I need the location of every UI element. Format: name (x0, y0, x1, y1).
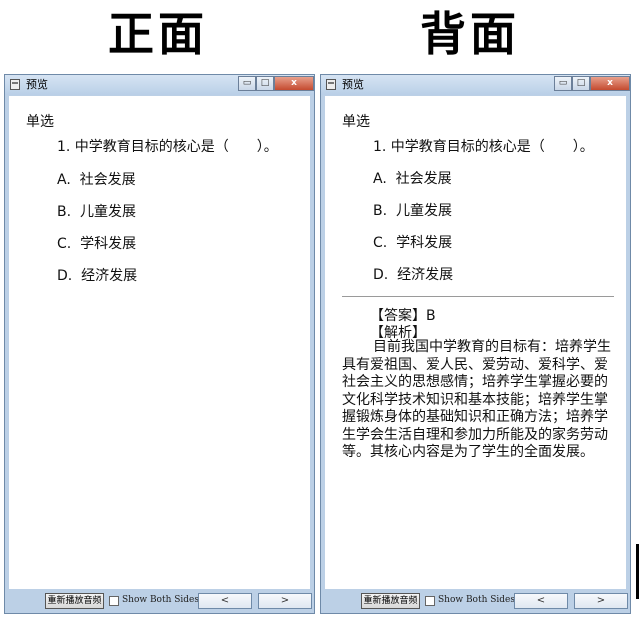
back-heading: 背面 (420, 7, 520, 61)
app-icon (326, 79, 336, 90)
minimize-button[interactable]: ▭ (554, 76, 572, 91)
option-c: C. 学科发展 (373, 235, 453, 251)
footer-bar: 重新播放音频 Show Both Sides < > (5, 589, 314, 613)
replay-audio-button[interactable]: 重新播放音频 (45, 593, 104, 609)
option-d: D. 经济发展 (373, 267, 454, 283)
show-both-sides-label[interactable]: Show Both Sides (122, 594, 199, 607)
option-d: D. 经济发展 (57, 268, 138, 284)
window-title: 预览 (26, 78, 48, 91)
option-a: A. 社会发展 (57, 172, 136, 188)
close-button[interactable]: x (274, 76, 314, 91)
preview-window-front: 预览 ▭ □ x 单选 1. 中学教育目标的核心是（ ）。 A. 社会发展 B.… (4, 74, 315, 614)
close-button[interactable]: x (590, 76, 630, 91)
question-type: 单选 (342, 114, 370, 130)
question-stem: 1. 中学教育目标的核心是（ ）。 (373, 139, 594, 155)
title-bar[interactable]: 预览 ▭ □ x (5, 75, 314, 95)
show-both-sides-checkbox[interactable] (109, 596, 119, 606)
replay-audio-button[interactable]: 重新播放音频 (361, 593, 420, 609)
option-b: B. 儿童发展 (57, 204, 136, 220)
next-button[interactable]: > (574, 593, 628, 609)
title-bar[interactable]: 预览 ▭ □ x (321, 75, 630, 95)
question-stem: 1. 中学教育目标的核心是（ ）。 (57, 139, 278, 155)
window-title: 预览 (342, 78, 364, 91)
edge-mark (636, 544, 639, 599)
app-icon (10, 79, 20, 90)
front-heading: 正面 (108, 7, 208, 61)
show-both-sides-label[interactable]: Show Both Sides (438, 594, 515, 607)
card-back-content: 单选 1. 中学教育目标的核心是（ ）。 A. 社会发展 B. 儿童发展 C. … (325, 96, 626, 589)
maximize-button[interactable]: □ (572, 76, 590, 91)
footer-bar: 重新播放音频 Show Both Sides < > (321, 589, 630, 613)
next-button[interactable]: > (258, 593, 312, 609)
option-b: B. 儿童发展 (373, 203, 452, 219)
prev-button[interactable]: < (198, 593, 252, 609)
card-front-content: 单选 1. 中学教育目标的核心是（ ）。 A. 社会发展 B. 儿童发展 C. … (9, 96, 310, 589)
minimize-button[interactable]: ▭ (238, 76, 256, 91)
question-type: 单选 (26, 114, 54, 130)
preview-window-back: 预览 ▭ □ x 单选 1. 中学教育目标的核心是（ ）。 A. 社会发展 B.… (320, 74, 631, 614)
prev-button[interactable]: < (514, 593, 568, 609)
maximize-button[interactable]: □ (256, 76, 274, 91)
option-c: C. 学科发展 (57, 236, 137, 252)
answer-divider (342, 296, 614, 297)
show-both-sides-checkbox[interactable] (425, 596, 435, 606)
option-a: A. 社会发展 (373, 171, 452, 187)
explanation-text: 目前我国中学教育的目标有：培养学生具有爱祖国、爱人民、爱劳动、爱科学、爱社会主义… (342, 339, 611, 460)
